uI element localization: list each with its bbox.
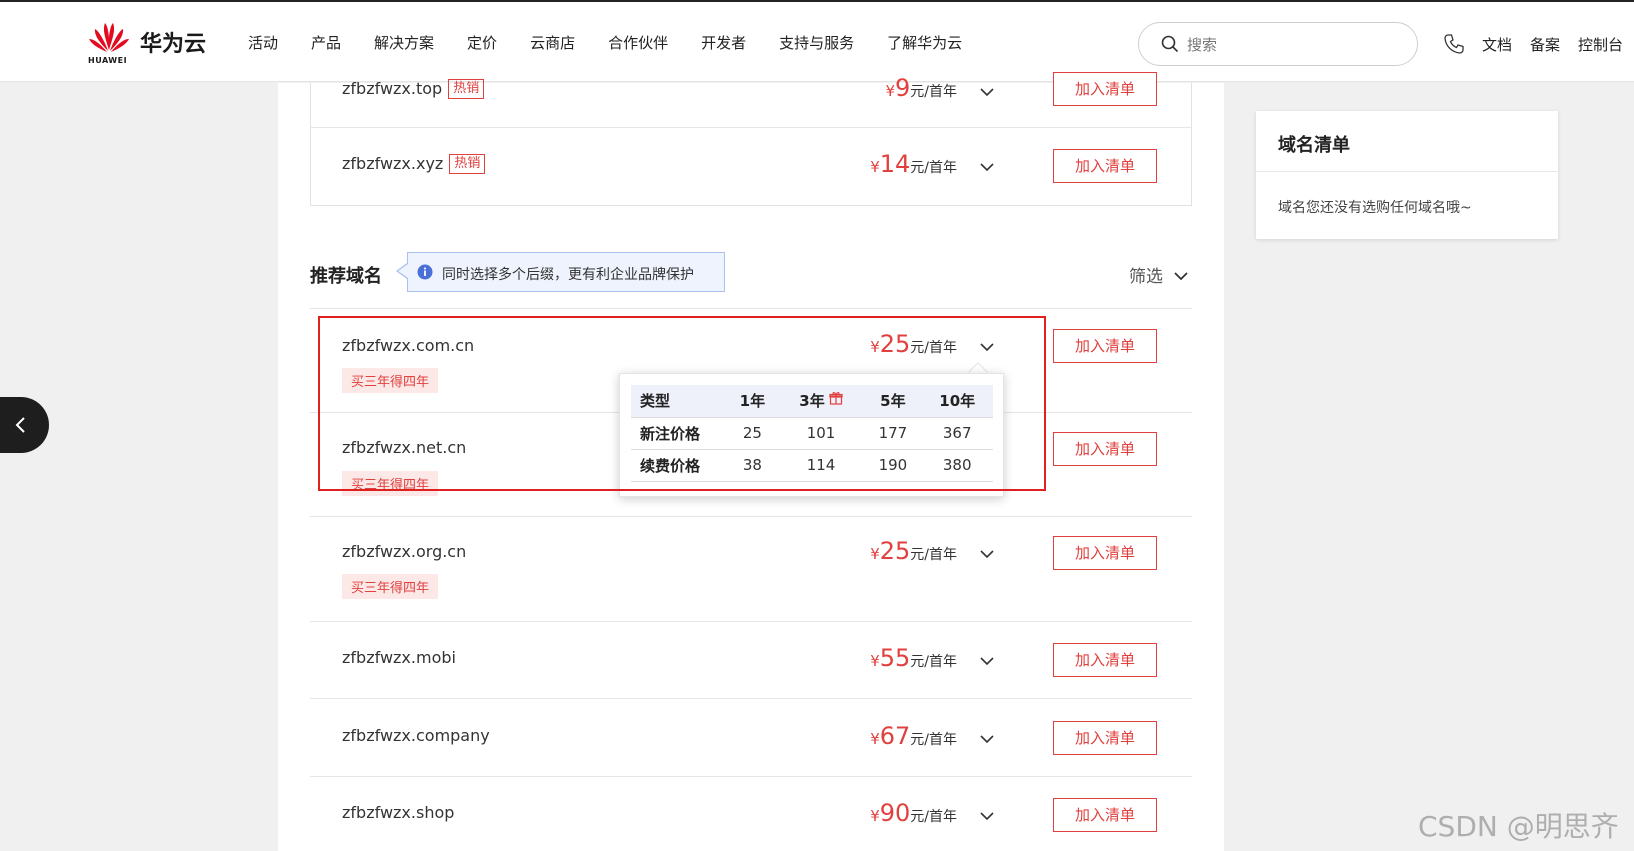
tip-arrow-inner — [398, 264, 408, 278]
table-cell: 177 — [864, 417, 922, 450]
chevron-down-icon[interactable] — [1172, 267, 1190, 285]
add-to-list-button[interactable]: 加入清单 — [1053, 721, 1157, 755]
domain-cart-card: 域名清单 域名您还没有选购任何域名哦~ — [1256, 111, 1558, 239]
chevron-down-icon[interactable] — [978, 652, 996, 670]
promo-tag: 买三年得四年 — [342, 368, 439, 393]
price-popover: 类型 1年 3年 5年 10年 新注价格 25 101 177 367 续费价格… — [619, 373, 1004, 497]
tip-banner: 同时选择多个后缀，更有利企业品牌保护 — [407, 252, 725, 292]
domain-name: zfbzfwzx.top 热销 — [342, 79, 485, 99]
domain-row: zfbzfwzx.shop ¥90元/首年 加入清单 — [310, 777, 1192, 851]
add-to-list-button[interactable]: 加入清单 — [1053, 149, 1157, 183]
cart-title: 域名清单 — [1278, 135, 1350, 156]
table-cell: 380 — [921, 449, 993, 482]
domain-row: zfbzfwzx.company ¥67元/首年 加入清单 — [310, 699, 1192, 777]
table-row: 续费价格 38 114 190 380 — [631, 449, 993, 482]
promo-tag: 买三年得四年 — [342, 471, 439, 496]
add-to-list-button[interactable]: 加入清单 — [1053, 72, 1157, 106]
logo-text: 华为云 — [140, 32, 207, 57]
domain-price: ¥55元/首年 — [870, 644, 957, 672]
nav-item-solutions[interactable]: 解决方案 — [374, 32, 434, 53]
domain-price: ¥9元/首年 — [885, 74, 957, 102]
table-header-row: 类型 1年 3年 5年 10年 — [631, 385, 993, 418]
table-cell: 101 — [777, 417, 865, 450]
price-table: 类型 1年 3年 5年 10年 新注价格 25 101 177 367 续费价格… — [631, 385, 993, 482]
back-button[interactable] — [0, 397, 49, 453]
add-to-list-button[interactable]: 加入清单 — [1053, 329, 1157, 363]
nav-item-support[interactable]: 支持与服务 — [779, 32, 854, 53]
promo-tag: 买三年得四年 — [342, 574, 439, 599]
phone-icon[interactable] — [1443, 33, 1465, 55]
add-to-list-button[interactable]: 加入清单 — [1053, 798, 1157, 832]
table-cell: 续费价格 — [631, 449, 727, 482]
nav-item-marketplace[interactable]: 云商店 — [530, 32, 575, 53]
filter-button[interactable]: 筛选 — [1129, 262, 1163, 287]
chevron-down-icon[interactable] — [978, 83, 996, 101]
table-header-cell: 10年 — [921, 385, 993, 418]
nav-item-developers[interactable]: 开发者 — [701, 32, 746, 53]
top-header: 华为云 HUAWEI 活动 产品 解决方案 定价 云商店 合作伙伴 开发者 支持… — [0, 2, 1634, 82]
huawei-flower-icon — [89, 23, 129, 52]
domain-name: zfbzfwzx.com.cn — [342, 336, 475, 355]
domain-price: ¥90元/首年 — [870, 799, 957, 827]
domain-name: zfbzfwzx.xyz 热销 — [342, 154, 486, 174]
table-header-cell: 3年 — [777, 385, 865, 418]
search-box[interactable] — [1138, 22, 1418, 66]
domain-name: zfbzfwzx.org.cn — [342, 542, 467, 561]
filing-link[interactable]: 备案 — [1530, 34, 1560, 55]
table-cell: 114 — [777, 449, 865, 482]
chevron-down-icon[interactable] — [978, 807, 996, 825]
chevron-left-icon — [15, 417, 25, 433]
console-link[interactable]: 控制台 — [1578, 34, 1623, 55]
divider — [1256, 171, 1558, 172]
huawei-cloud-logo[interactable]: 华为云 HUAWEI — [88, 20, 208, 66]
cart-empty-text: 域名您还没有选购任何域名哦~ — [1278, 200, 1472, 216]
nav-item-pricing[interactable]: 定价 — [467, 32, 497, 53]
nav-item-activities[interactable]: 活动 — [248, 32, 278, 53]
table-row: 新注价格 25 101 177 367 — [631, 417, 993, 450]
add-to-list-button[interactable]: 加入清单 — [1053, 536, 1157, 570]
domain-price: ¥25元/首年 — [870, 330, 957, 358]
nav-item-partners[interactable]: 合作伙伴 — [608, 32, 668, 53]
domain-row: zfbzfwzx.org.cn 买三年得四年 ¥25元/首年 加入清单 — [310, 517, 1192, 622]
table-cell: 367 — [921, 417, 993, 450]
main-nav: 活动 产品 解决方案 定价 云商店 合作伙伴 开发者 支持与服务 了解华为云 — [248, 32, 995, 53]
chevron-down-icon[interactable] — [978, 545, 996, 563]
domain-row: zfbzfwzx.xyz 热销 ¥14元/首年 加入清单 — [310, 128, 1192, 206]
nav-item-products[interactable]: 产品 — [311, 32, 341, 53]
docs-link[interactable]: 文档 — [1482, 34, 1512, 55]
add-to-list-button[interactable]: 加入清单 — [1053, 432, 1157, 466]
domain-name: zfbzfwzx.net.cn — [342, 438, 467, 457]
table-header-cell: 1年 — [727, 385, 778, 418]
domain-name: zfbzfwzx.company — [342, 726, 490, 745]
gift-icon — [829, 392, 843, 405]
table-cell: 25 — [727, 417, 778, 450]
domain-row: zfbzfwzx.top 热销 ¥9元/首年 加入清单 — [310, 72, 1192, 128]
section-title: 推荐域名 — [310, 266, 382, 287]
domain-row: zfbzfwzx.mobi ¥55元/首年 加入清单 — [310, 622, 1192, 699]
hot-tag: 热销 — [449, 154, 486, 174]
chevron-down-icon[interactable] — [978, 338, 996, 356]
domain-name: zfbzfwzx.shop — [342, 803, 455, 822]
nav-item-about[interactable]: 了解华为云 — [887, 32, 962, 53]
table-header-cell: 类型 — [631, 385, 727, 418]
table-cell: 190 — [864, 449, 922, 482]
search-input[interactable] — [1187, 33, 1397, 57]
hot-tag: 热销 — [448, 79, 485, 99]
info-icon — [417, 264, 433, 280]
logo-subtext: HUAWEI — [88, 56, 128, 65]
chevron-down-icon[interactable] — [978, 158, 996, 176]
table-cell: 38 — [727, 449, 778, 482]
watermark: CSDN @明思齐 — [1418, 810, 1619, 843]
domain-name: zfbzfwzx.mobi — [342, 648, 456, 667]
table-header-cell: 5年 — [864, 385, 922, 418]
search-icon[interactable] — [1161, 35, 1179, 53]
chevron-down-icon[interactable] — [978, 730, 996, 748]
domain-price: ¥67元/首年 — [870, 722, 957, 750]
table-cell: 新注价格 — [631, 417, 727, 450]
domain-price: ¥25元/首年 — [870, 537, 957, 565]
domain-price: ¥14元/首年 — [870, 150, 957, 178]
tip-text: 同时选择多个后缀，更有利企业品牌保护 — [442, 267, 694, 283]
add-to-list-button[interactable]: 加入清单 — [1053, 643, 1157, 677]
